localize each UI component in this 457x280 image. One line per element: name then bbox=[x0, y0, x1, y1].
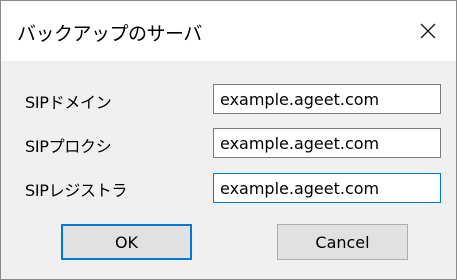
sip-registrar-input[interactable]: example.ageet.com bbox=[213, 173, 441, 203]
close-button[interactable] bbox=[400, 1, 456, 61]
dialog-title: バックアップのサーバ bbox=[17, 23, 202, 45]
cancel-button[interactable]: Cancel bbox=[277, 224, 408, 260]
sip-proxy-input[interactable]: example.ageet.com bbox=[213, 128, 441, 158]
sip-domain-label: SIPドメイン bbox=[25, 93, 112, 112]
close-icon bbox=[420, 23, 436, 39]
sip-registrar-label: SIPレジストラ bbox=[25, 181, 128, 200]
backup-server-dialog: バックアップのサーバ SIPドメイン example.ageet.com SIP… bbox=[0, 0, 457, 280]
sip-proxy-label: SIPプロクシ bbox=[25, 137, 112, 156]
title-bar: バックアップのサーバ bbox=[1, 1, 456, 61]
sip-domain-input[interactable]: example.ageet.com bbox=[213, 84, 441, 114]
ok-button[interactable]: OK bbox=[61, 224, 192, 260]
